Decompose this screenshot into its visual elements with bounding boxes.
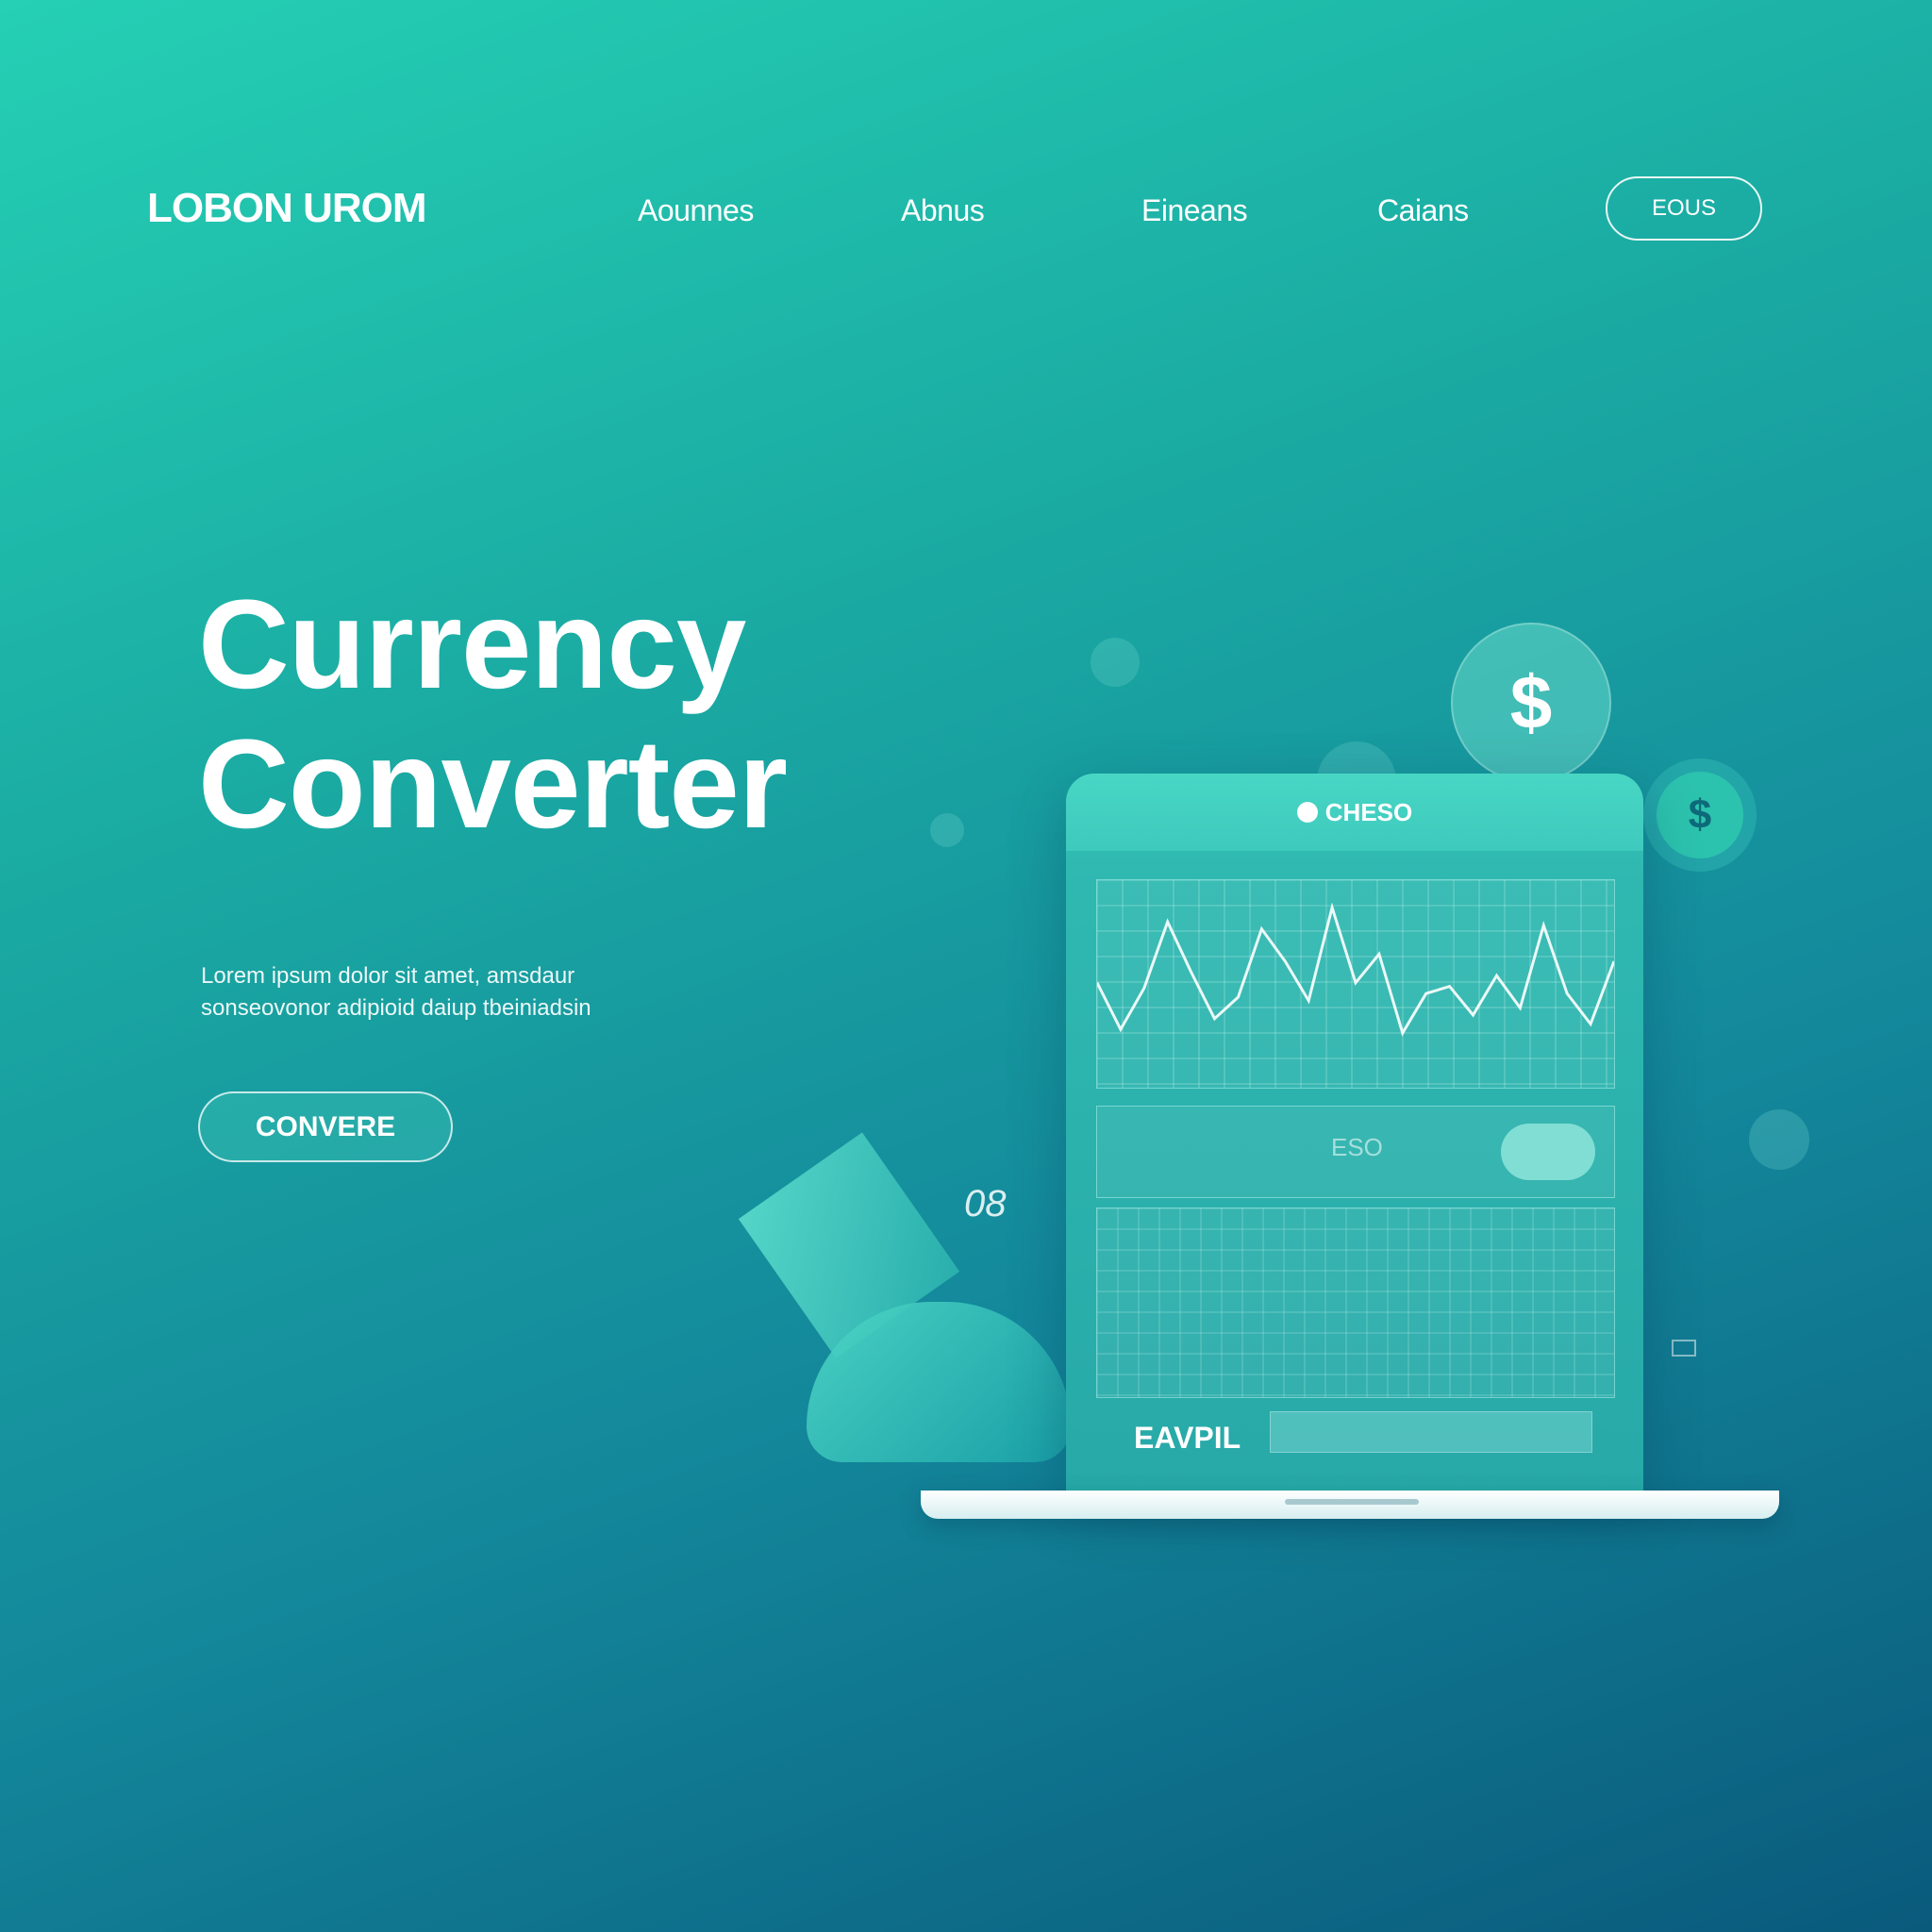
hero-description-line-1: Lorem ipsum dolor sit amet, amsdaur bbox=[201, 963, 575, 989]
currency-panel-label: ESO bbox=[1331, 1133, 1383, 1161]
screen-header: CHESO bbox=[1066, 774, 1643, 851]
hero-title: Currency Converter bbox=[198, 575, 788, 855]
nav-link-2[interactable]: Abnus bbox=[901, 193, 985, 228]
hero-description: Lorem ipsum dolor sit amet, amsdaur sons… bbox=[201, 960, 729, 1024]
top-navigation: LOBON UROM Aounnes Abnus Eineans Caians … bbox=[0, 0, 1932, 283]
amount-row: EAVPIL bbox=[1096, 1407, 1613, 1474]
convert-button[interactable]: CONVERE bbox=[198, 1091, 453, 1162]
nav-link-3[interactable]: Eineans bbox=[1141, 193, 1248, 228]
brand-logo[interactable]: LOBON UROM bbox=[147, 185, 427, 232]
history-grid bbox=[1096, 1208, 1614, 1397]
currency-toggle[interactable] bbox=[1501, 1124, 1595, 1180]
laptop-base bbox=[921, 1491, 1779, 1519]
status-dot-icon bbox=[1296, 802, 1318, 823]
dollar-coin-icon: $ bbox=[1451, 623, 1611, 783]
decorative-bubble bbox=[930, 813, 964, 847]
hero-description-line-2: sonseovonor adipioid daiup tbeiniadsin bbox=[201, 995, 591, 1021]
decorative-bubble bbox=[1749, 1109, 1809, 1170]
mail-icon bbox=[1672, 1340, 1696, 1357]
nav-link-4[interactable]: Caians bbox=[1377, 193, 1469, 228]
decorative-bubble bbox=[1091, 638, 1140, 687]
dollar-coin-small-icon: $ bbox=[1657, 772, 1743, 858]
nav-link-1[interactable]: Aounnes bbox=[638, 193, 754, 228]
currency-select-panel[interactable]: ESO bbox=[1096, 1106, 1615, 1198]
history-grid-panel bbox=[1096, 1208, 1615, 1398]
nav-outline-button[interactable]: EOUS bbox=[1606, 176, 1762, 241]
hero-title-line-2: Converter bbox=[198, 714, 788, 855]
floating-number: 08 bbox=[964, 1183, 1007, 1224]
rate-chart-panel bbox=[1095, 879, 1616, 1089]
screen-header-label: CHESO bbox=[1324, 797, 1413, 826]
rate-line-chart bbox=[1095, 879, 1616, 1088]
laptop-trackpad-notch bbox=[1285, 1499, 1419, 1505]
amount-input[interactable] bbox=[1270, 1411, 1592, 1453]
laptop-screen: CHESO ESO EAVPIL bbox=[1066, 774, 1643, 1492]
hero-title-line-1: Currency bbox=[198, 575, 746, 715]
amount-label: EAVPIL bbox=[1134, 1421, 1241, 1455]
rate-line bbox=[1095, 902, 1616, 1037]
